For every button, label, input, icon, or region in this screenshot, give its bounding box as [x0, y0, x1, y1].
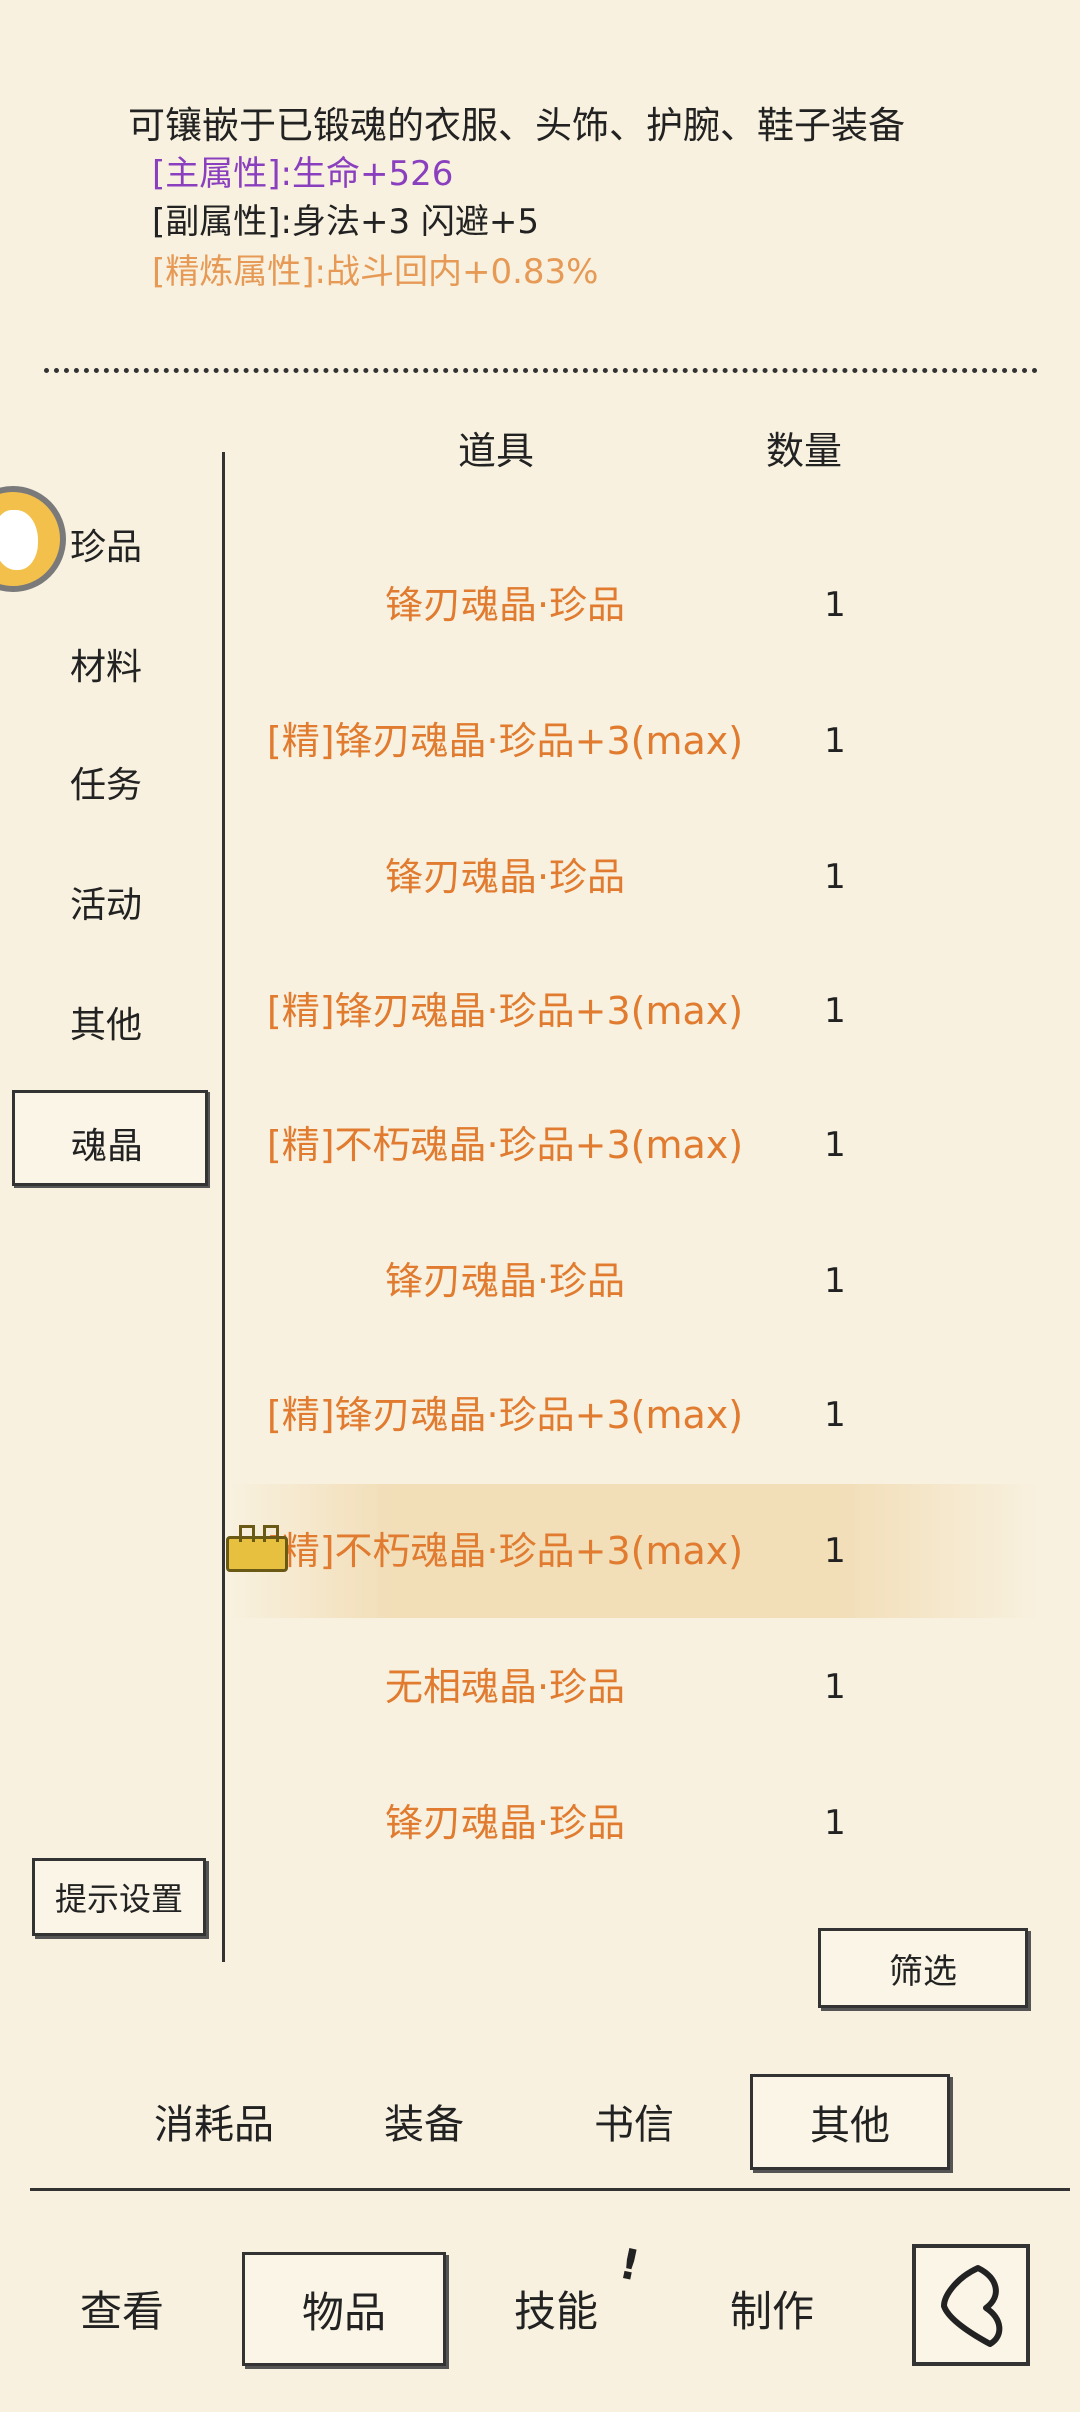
item-qty: 1	[824, 991, 846, 1031]
filter-button[interactable]: 筛选	[818, 1928, 1028, 2008]
category-zhenpin[interactable]: 珍品	[70, 518, 142, 570]
category-hunjing[interactable]: 魂晶	[12, 1090, 208, 1186]
header-item: 道具	[458, 429, 535, 473]
tab-equipment[interactable]: 装备	[384, 2092, 464, 2150]
item-name: 锋刃魂晶·珍品	[384, 1801, 626, 1845]
item-name: [精]锋刃魂晶·珍品+3(max)	[266, 989, 744, 1033]
category-hunjing-label: 魂晶	[71, 1126, 144, 1167]
table-row-selected[interactable]: [精]不朽魂晶·珍品+3(max) 1	[230, 1484, 1040, 1618]
nav-skills[interactable]: 技能	[514, 2278, 598, 2339]
item-name: 无相魂晶·珍品	[384, 1665, 626, 1709]
item-qty: 1	[824, 1803, 846, 1843]
tab-consumables[interactable]: 消耗品	[154, 2092, 274, 2150]
table-row[interactable]: 锋刃魂晶·珍品 1	[230, 538, 1040, 672]
nav-craft[interactable]: 制作	[730, 2278, 814, 2339]
avatar[interactable]	[0, 486, 66, 592]
table-row[interactable]: [精]锋刃魂晶·珍品+3(max) 1	[230, 1348, 1040, 1482]
item-qty: 1	[824, 721, 846, 761]
back-button[interactable]	[912, 2244, 1030, 2366]
item-qty: 1	[824, 1125, 846, 1165]
item-name: 锋刃魂晶·珍品	[384, 583, 626, 627]
category-renwu[interactable]: 任务	[70, 756, 142, 808]
header-qty: 数量	[766, 429, 843, 473]
refine-attribute: [精炼属性]:战斗回内+0.83%	[152, 252, 599, 292]
item-name: [精]不朽魂晶·珍品+3(max)	[266, 1123, 744, 1167]
table-row[interactable]: 锋刃魂晶·珍品 1	[230, 1756, 1040, 1890]
table-row[interactable]: 锋刃魂晶·珍品 1	[230, 1214, 1040, 1348]
tab-letters[interactable]: 书信	[594, 2092, 674, 2150]
vertical-divider	[222, 452, 225, 1962]
item-qty: 1	[824, 1395, 846, 1435]
item-name: 锋刃魂晶·珍品	[384, 1259, 626, 1303]
table-row[interactable]: 无相魂晶·珍品 1	[230, 1620, 1040, 1754]
bottom-divider	[30, 2188, 1070, 2191]
table-row[interactable]: [精]不朽魂晶·珍品+3(max) 1	[230, 1078, 1040, 1212]
category-huodong[interactable]: 活动	[70, 876, 142, 928]
item-qty: 1	[824, 1667, 846, 1707]
sub-attribute: [副属性]:身法+3 闪避+5	[152, 202, 540, 242]
item-description: 可镶嵌于已锻魂的衣服、头饰、护腕、鞋子装备	[128, 104, 905, 147]
item-qty: 1	[824, 1261, 846, 1301]
item-qty: 1	[824, 857, 846, 897]
avatar-face-icon	[0, 510, 38, 570]
item-name: [精]锋刃魂晶·珍品+3(max)	[266, 719, 744, 763]
table-row[interactable]: [精]锋刃魂晶·珍品+3(max) 1	[230, 674, 1040, 808]
back-arrow-icon	[941, 2265, 1003, 2347]
selection-marker-icon	[226, 1525, 288, 1572]
dotted-divider	[44, 368, 1038, 373]
item-name: [精]锋刃魂晶·珍品+3(max)	[266, 1393, 744, 1437]
table-row[interactable]: [精]锋刃魂晶·珍品+3(max) 1	[230, 944, 1040, 1078]
category-cailiao[interactable]: 材料	[70, 638, 142, 690]
hint-settings-button[interactable]: 提示设置	[32, 1858, 206, 1936]
skills-badge: !	[615, 2238, 645, 2291]
nav-items[interactable]: 物品	[242, 2252, 446, 2366]
nav-view[interactable]: 查看	[80, 2278, 164, 2339]
item-qty: 1	[824, 1531, 846, 1571]
item-name: 锋刃魂晶·珍品	[384, 855, 626, 899]
table-row[interactable]: 锋刃魂晶·珍品 1	[230, 810, 1040, 944]
item-name: [精]不朽魂晶·珍品+3(max)	[266, 1529, 744, 1573]
item-qty: 1	[824, 585, 846, 625]
category-qita[interactable]: 其他	[70, 996, 142, 1048]
main-attribute: [主属性]:生命+526	[152, 154, 454, 194]
tab-other[interactable]: 其他	[750, 2074, 950, 2170]
